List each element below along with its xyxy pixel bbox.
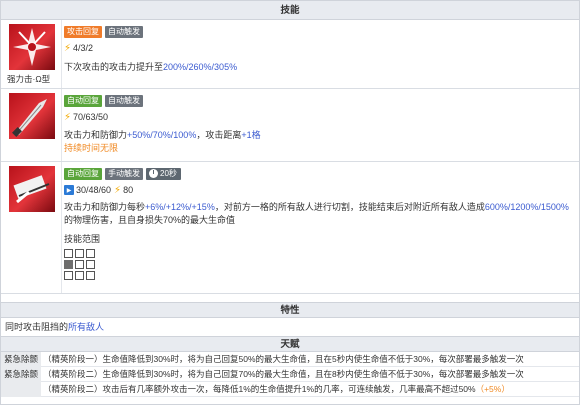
traits-section-header: 特性 bbox=[1, 302, 579, 318]
duration-badge: 20秒 bbox=[146, 167, 181, 180]
talent-extra: （+5%） bbox=[475, 384, 510, 394]
desc-text: 攻击力和防御力 bbox=[64, 130, 128, 140]
desc-values-a: +6%/+12%/+15% bbox=[145, 202, 215, 212]
range-cell bbox=[75, 249, 84, 258]
range-cell bbox=[75, 260, 84, 269]
talent-name: 紧急除颤 bbox=[1, 366, 41, 382]
trait-text: 同时攻击阻挡的 bbox=[5, 322, 69, 332]
talent-row: 紧急除颤 （精英阶段一）生命值降低到30%时，将为自己回复50%的最大生命值，且… bbox=[1, 351, 579, 367]
desc-text-b: ，对前方一格的所有敌人进行切割，技能结束后对附近所有敌人造成 bbox=[214, 202, 485, 212]
skill-note: 持续时间无限 bbox=[64, 143, 119, 153]
tag-attack-recovery: 攻击回复 bbox=[64, 25, 102, 38]
talent-row: （精英阶段二）攻击后有几率额外攻击一次，每降低1%的生命值提升1%的几率，可连续… bbox=[1, 381, 579, 397]
range-cell bbox=[86, 271, 95, 280]
skill-description: 攻击力和防御力每秒+6%/+12%/+15%，对前方一格的所有敌人进行切割，技能… bbox=[64, 201, 573, 227]
talents-section-header: 天赋 bbox=[1, 336, 579, 352]
range-cell-self bbox=[64, 260, 73, 269]
skill-range-grid bbox=[64, 249, 573, 280]
tag-auto-trigger: 自动触发 bbox=[105, 25, 143, 38]
range-title: 技能范围 bbox=[64, 234, 101, 244]
range-cell bbox=[86, 260, 95, 269]
desc-text-a: 攻击力和防御力每秒 bbox=[64, 202, 146, 212]
duration-value: 20秒 bbox=[160, 168, 177, 178]
desc-text-c: 的物理伤害，且自身损失70%的最大生命值 bbox=[64, 215, 236, 225]
skill-row-2: 自动回复 自动触发 ⚡ 70/63/50 攻击力和防御力+50%/70%/100… bbox=[1, 89, 579, 162]
clock-icon bbox=[149, 169, 158, 178]
skill-description: 下次攻击的攻击力提升至200%/260%/305% bbox=[64, 61, 573, 74]
desc-range: +1格 bbox=[241, 130, 261, 140]
talent-row: 紧急除颤 （精英阶段二）生命值降低到30%时，将为自己回复70%的最大生命值，且… bbox=[1, 366, 579, 382]
trait-link[interactable]: 所有敌人 bbox=[68, 322, 104, 332]
skills-section-header: 技能 bbox=[1, 1, 579, 20]
talent-name bbox=[1, 381, 41, 397]
desc-values-b: 600%/1200%/1500% bbox=[484, 202, 569, 212]
range-cell bbox=[64, 249, 73, 258]
sp-cost: 70/63/50 bbox=[73, 112, 109, 122]
sp-initial: 30/48/60 bbox=[76, 185, 112, 195]
sp-cost: 80 bbox=[123, 185, 134, 195]
skill-description: 攻击力和防御力+50%/70%/100%，攻击距离+1格 bbox=[64, 129, 573, 142]
desc-values: 200%/260%/305% bbox=[163, 62, 238, 72]
range-cell bbox=[86, 249, 95, 258]
desc-text: 下次攻击的攻击力提升至 bbox=[64, 62, 164, 72]
blade-skill-icon bbox=[9, 93, 55, 139]
tag-auto-trigger: 自动触发 bbox=[105, 94, 143, 107]
skill-row-3: 自动回复 手动触发 20秒 ▶ 30/48/60 ⚡ 80 攻击力和防御力每秒+… bbox=[1, 162, 579, 294]
sp-bolt-icon: ⚡ bbox=[64, 42, 72, 54]
tag-auto-recovery: 自动回复 bbox=[64, 94, 102, 107]
desc-values: +50%/70%/100% bbox=[127, 130, 197, 140]
talent-desc: （精英阶段二）攻击后有几率额外攻击一次，每降低1%的生命值提升1%的几率，可连续… bbox=[41, 383, 510, 395]
saw-blade-icon bbox=[9, 166, 55, 212]
sp-bolt-icon: ⚡ bbox=[114, 184, 122, 196]
sp-cost: 4/3/2 bbox=[73, 43, 94, 53]
talent-desc: （精英阶段一）生命值降低到30%时，将为自己回复50%的最大生命值，且在5秒内使… bbox=[43, 354, 524, 364]
talent-desc: （精英阶段二）生命值降低到30%时，将为自己回复70%的最大生命值，且在8秒内使… bbox=[43, 369, 524, 379]
trait-description: 同时攻击阻挡的所有敌人 bbox=[1, 318, 579, 336]
initial-sp-icon: ▶ bbox=[64, 185, 74, 195]
range-cell bbox=[64, 271, 73, 280]
sp-bolt-icon: ⚡ bbox=[64, 111, 72, 123]
power-strike-icon bbox=[9, 24, 55, 70]
tag-manual-trigger: 手动触发 bbox=[105, 167, 143, 180]
skill-row-1: 强力击·Ω型 攻击回复 自动触发 ⚡ 4/3/2 下次攻击的攻击力提升至200%… bbox=[1, 20, 579, 89]
tag-auto-recovery: 自动回复 bbox=[64, 167, 102, 180]
range-cell bbox=[75, 271, 84, 280]
desc-text-mid: ，攻击距离 bbox=[196, 130, 242, 140]
operator-skill-panel: 技能 强力击·Ω型 攻击回复 自动触发 ⚡ 4/3/2 下次攻击的攻击力提升至2… bbox=[0, 0, 580, 405]
skill-name: 强力击·Ω型 bbox=[7, 74, 51, 84]
talent-desc-text: （精英阶段二）攻击后有几率额外攻击一次，每降低1%的生命值提升1%的几率，可连续… bbox=[43, 384, 476, 394]
talent-name: 紧急除颤 bbox=[1, 351, 41, 367]
